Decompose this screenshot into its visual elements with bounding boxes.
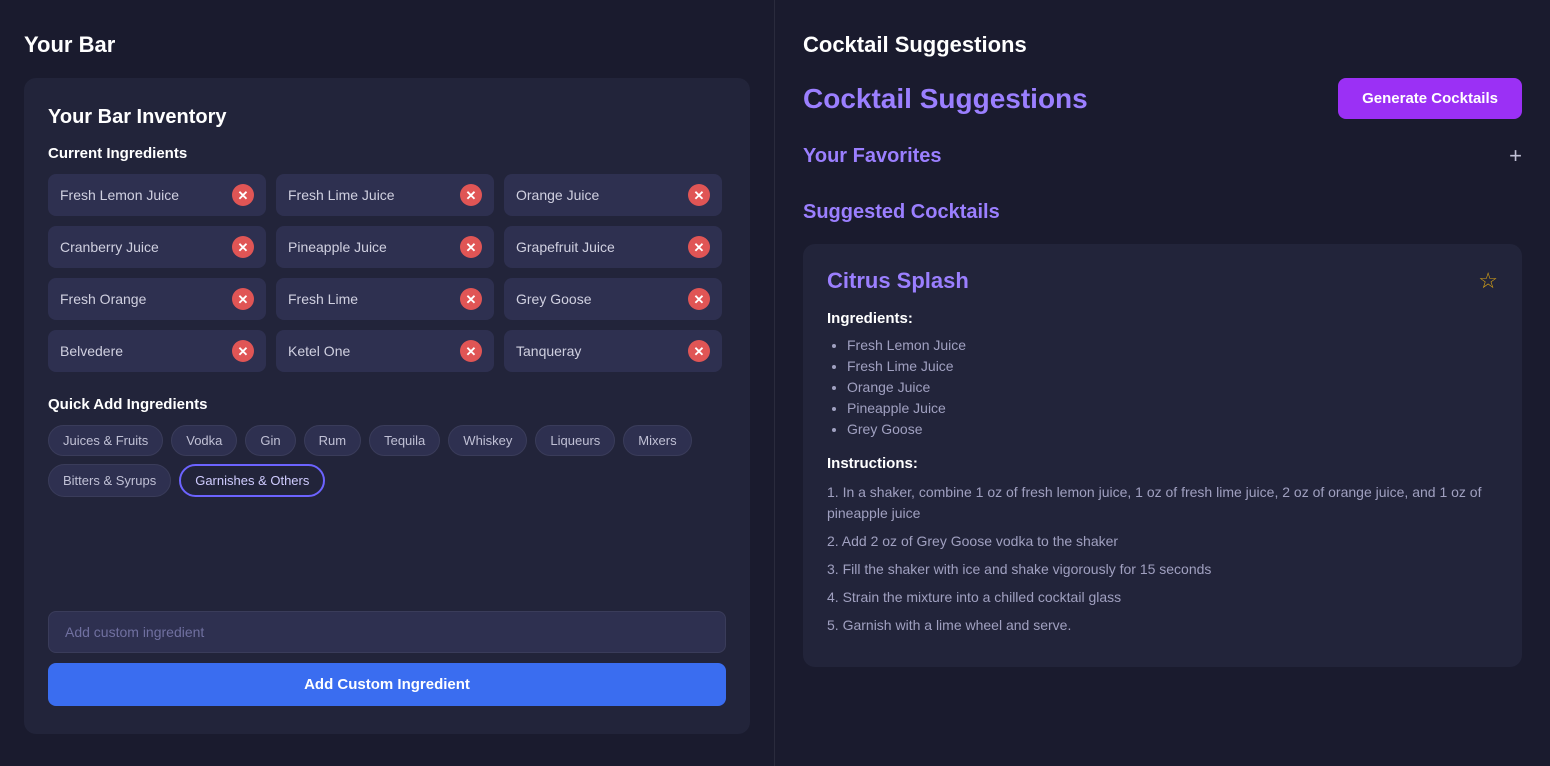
remove-ingredient-button[interactable]: ✕ bbox=[232, 236, 254, 258]
ingredient-tag: Ketel One ✕ bbox=[276, 330, 494, 372]
ingredients-list: Fresh Lemon Juice Fresh Lime Juice Orange … bbox=[827, 337, 1498, 437]
quick-add-tag[interactable]: Gin bbox=[245, 425, 295, 456]
ingredient-tag: Grapefruit Juice ✕ bbox=[504, 226, 722, 268]
ingredient-name: Grey Goose bbox=[516, 291, 591, 307]
quick-add-tag[interactable]: Tequila bbox=[369, 425, 440, 456]
ingredient-tag: Grey Goose ✕ bbox=[504, 278, 722, 320]
ingredient-name: Fresh Lime Juice bbox=[288, 187, 395, 203]
quick-add-tag[interactable]: Bitters & Syrups bbox=[48, 464, 171, 497]
remove-ingredient-button[interactable]: ✕ bbox=[688, 184, 710, 206]
ingredient-tag: Tanqueray ✕ bbox=[504, 330, 722, 372]
right-panel-title: Cocktail Suggestions bbox=[803, 32, 1522, 58]
quick-add-tag[interactable]: Vodka bbox=[171, 425, 237, 456]
remove-ingredient-button[interactable]: ✕ bbox=[460, 236, 482, 258]
left-panel-title: Your Bar bbox=[24, 32, 750, 58]
ingredient-name: Fresh Lime bbox=[288, 291, 358, 307]
generate-cocktails-button[interactable]: Generate Cocktails bbox=[1338, 78, 1522, 119]
cocktail-name: Citrus Splash bbox=[827, 268, 969, 294]
ingredient-name: Fresh Orange bbox=[60, 291, 146, 307]
favorites-section: Your Favorites + bbox=[803, 143, 1522, 181]
add-favorites-icon[interactable]: + bbox=[1509, 143, 1522, 169]
left-panel: Your Bar Your Bar Inventory Current Ingr… bbox=[0, 0, 775, 766]
favorite-star-icon[interactable]: ☆ bbox=[1478, 268, 1498, 294]
quick-add-section: Quick Add Ingredients Juices & Fruits Vod… bbox=[48, 396, 726, 497]
quick-add-tag[interactable]: Whiskey bbox=[448, 425, 527, 456]
custom-ingredient-section: Add Custom Ingredient bbox=[48, 611, 726, 706]
instruction-item: 1. In a shaker, combine 1 oz of fresh le… bbox=[827, 482, 1498, 524]
quick-add-tag[interactable]: Mixers bbox=[623, 425, 691, 456]
ingredient-tag: Belvedere ✕ bbox=[48, 330, 266, 372]
ingredient-name: Cranberry Juice bbox=[60, 239, 159, 255]
remove-ingredient-button[interactable]: ✕ bbox=[460, 288, 482, 310]
inventory-title: Your Bar Inventory bbox=[48, 106, 726, 129]
ingredient-tag: Fresh Lime Juice ✕ bbox=[276, 174, 494, 216]
remove-ingredient-button[interactable]: ✕ bbox=[688, 236, 710, 258]
ingredient-list-item: Orange Juice bbox=[847, 379, 1498, 395]
ingredient-name: Fresh Lemon Juice bbox=[60, 187, 179, 203]
instruction-item: 2. Add 2 oz of Grey Goose vodka to the s… bbox=[827, 531, 1498, 552]
cocktail-name-row: Citrus Splash ☆ bbox=[827, 268, 1498, 294]
quick-add-label: Quick Add Ingredients bbox=[48, 396, 726, 413]
ingredient-list-item: Pineapple Juice bbox=[847, 400, 1498, 416]
ingredient-tag: Cranberry Juice ✕ bbox=[48, 226, 266, 268]
instruction-item: 5. Garnish with a lime wheel and serve. bbox=[827, 615, 1498, 636]
remove-ingredient-button[interactable]: ✕ bbox=[688, 288, 710, 310]
ingredient-tag: Fresh Lime ✕ bbox=[276, 278, 494, 320]
ingredients-grid-wrapper: Fresh Lemon Juice ✕Fresh Lime Juice ✕Ora… bbox=[48, 174, 726, 372]
ingredient-name: Ketel One bbox=[288, 343, 350, 359]
instruction-item: 3. Fill the shaker with ice and shake vi… bbox=[827, 559, 1498, 580]
instructions-list: 1. In a shaker, combine 1 oz of fresh le… bbox=[827, 482, 1498, 636]
cocktail-card: Citrus Splash ☆ Ingredients: Fresh Lemon … bbox=[803, 244, 1522, 667]
ingredient-name: Grapefruit Juice bbox=[516, 239, 615, 255]
instruction-item: 4. Strain the mixture into a chilled coc… bbox=[827, 587, 1498, 608]
add-custom-ingredient-button[interactable]: Add Custom Ingredient bbox=[48, 663, 726, 706]
quick-add-tag[interactable]: Juices & Fruits bbox=[48, 425, 163, 456]
ingredient-tag: Pineapple Juice ✕ bbox=[276, 226, 494, 268]
inventory-card: Your Bar Inventory Current Ingredients F… bbox=[24, 78, 750, 734]
favorites-title: Your Favorites bbox=[803, 145, 942, 168]
ingredient-name: Pineapple Juice bbox=[288, 239, 387, 255]
ingredient-list-item: Fresh Lime Juice bbox=[847, 358, 1498, 374]
quick-add-tag[interactable]: Liqueurs bbox=[535, 425, 615, 456]
quick-add-tag[interactable]: Rum bbox=[304, 425, 361, 456]
remove-ingredient-button[interactable]: ✕ bbox=[460, 184, 482, 206]
custom-ingredient-input[interactable] bbox=[48, 611, 726, 653]
remove-ingredient-button[interactable]: ✕ bbox=[232, 184, 254, 206]
current-ingredients-label: Current Ingredients bbox=[48, 145, 726, 162]
right-panel: Cocktail Suggestions Cocktail Suggestion… bbox=[775, 0, 1550, 766]
remove-ingredient-button[interactable]: ✕ bbox=[232, 288, 254, 310]
ingredients-grid: Fresh Lemon Juice ✕Fresh Lime Juice ✕Ora… bbox=[48, 174, 726, 372]
cocktails-container: Citrus Splash ☆ Ingredients: Fresh Lemon … bbox=[803, 244, 1522, 667]
ingredient-tag: Fresh Orange ✕ bbox=[48, 278, 266, 320]
ingredient-list-item: Grey Goose bbox=[847, 421, 1498, 437]
ingredient-tag: Orange Juice ✕ bbox=[504, 174, 722, 216]
instructions-label: Instructions: bbox=[827, 455, 1498, 472]
suggested-cocktails-title: Suggested Cocktails bbox=[803, 201, 1522, 224]
quick-add-tags: Juices & Fruits Vodka Gin Rum Tequila Whiskey… bbox=[48, 425, 726, 497]
ingredient-name: Tanqueray bbox=[516, 343, 581, 359]
quick-add-tag[interactable]: Garnishes & Others bbox=[179, 464, 325, 497]
remove-ingredient-button[interactable]: ✕ bbox=[688, 340, 710, 362]
ingredient-list-item: Fresh Lemon Juice bbox=[847, 337, 1498, 353]
ingredient-name: Orange Juice bbox=[516, 187, 599, 203]
cocktail-suggestions-heading: Cocktail Suggestions bbox=[803, 83, 1088, 115]
ingredient-name: Belvedere bbox=[60, 343, 123, 359]
remove-ingredient-button[interactable]: ✕ bbox=[232, 340, 254, 362]
remove-ingredient-button[interactable]: ✕ bbox=[460, 340, 482, 362]
suggestions-header: Cocktail Suggestions Generate Cocktails bbox=[803, 78, 1522, 119]
ingredient-tag: Fresh Lemon Juice ✕ bbox=[48, 174, 266, 216]
ingredients-label: Ingredients: bbox=[827, 310, 1498, 327]
